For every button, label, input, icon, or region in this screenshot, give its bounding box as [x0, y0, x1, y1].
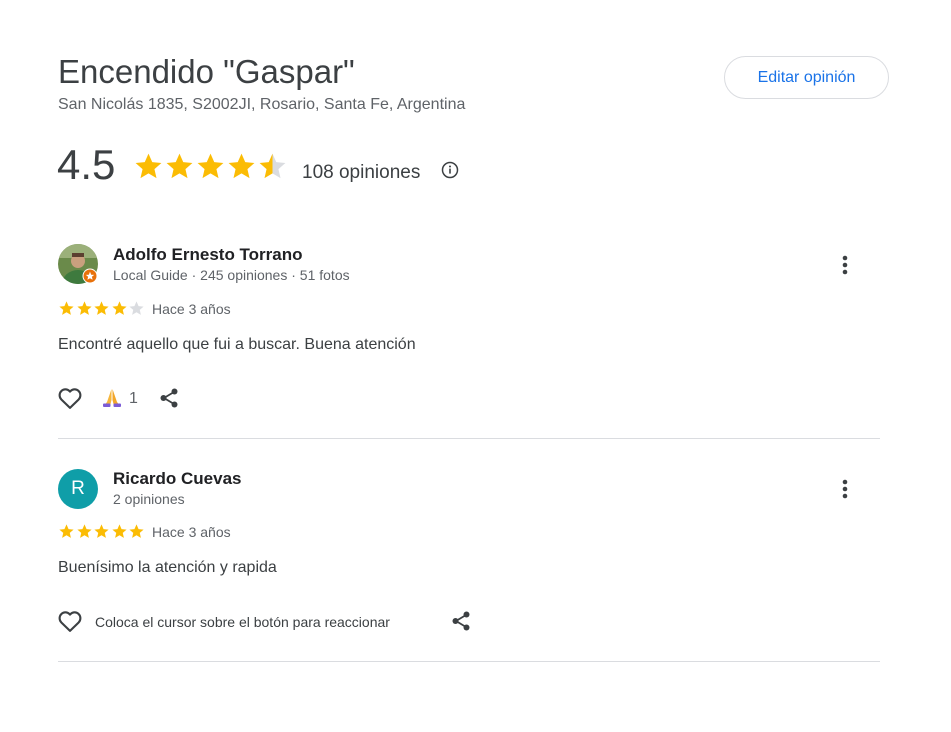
react-hint: Coloca el cursor sobre el botón para rea… [95, 614, 390, 630]
star-icon [76, 524, 92, 538]
reviewer-name[interactable]: Adolfo Ernesto Torrano [113, 245, 303, 265]
star-icon [94, 301, 109, 315]
star-icon [259, 153, 286, 179]
review-count: 108 opiniones [302, 162, 421, 183]
reviewer-meta[interactable]: Local Guide · 245 opiniones · 51 fotos [113, 266, 350, 284]
more-options-icon[interactable] [835, 253, 855, 277]
star-icon [228, 153, 255, 179]
star-icon [59, 301, 74, 315]
place-address: San Nicolás 1835, S2002JI, Rosario, Sant… [58, 96, 466, 113]
place-title: Encendido "Gaspar" [58, 53, 355, 90]
reaction-count: 1 [129, 390, 138, 407]
star-icon [59, 524, 74, 538]
star-icon [129, 524, 144, 538]
info-icon[interactable] [440, 160, 460, 180]
share-icon[interactable] [157, 386, 181, 410]
star-icon [94, 524, 109, 538]
average-rating: 4.5 [57, 141, 116, 188]
reviewer-name[interactable]: Ricardo Cuevas [113, 469, 242, 489]
star-icon [135, 153, 162, 179]
review-divider [58, 438, 880, 439]
review-time: Hace 3 años [152, 301, 231, 317]
local-guide-badge-icon [82, 268, 98, 284]
star-icon [197, 153, 224, 179]
review-time: Hace 3 años [152, 524, 231, 540]
star-icon [111, 301, 127, 315]
review-stars [58, 300, 146, 317]
heart-icon[interactable] [56, 607, 84, 635]
more-options-icon[interactable] [835, 477, 855, 501]
review-text: Buenísimo la atención y rapida [58, 559, 277, 576]
avatar[interactable]: R [58, 469, 98, 509]
star-icon [129, 301, 144, 315]
heart-icon[interactable] [56, 384, 84, 412]
review-divider [58, 661, 880, 662]
average-rating-stars [133, 151, 288, 182]
star-icon [76, 301, 92, 315]
star-icon [166, 153, 193, 179]
star-icon [111, 524, 127, 538]
share-icon[interactable] [449, 609, 473, 633]
reviewer-meta[interactable]: 2 opiniones [113, 490, 185, 508]
review-stars [58, 523, 146, 540]
pray-reaction-icon[interactable] [101, 387, 123, 409]
edit-review-button[interactable]: Editar opinión [724, 56, 889, 99]
review-text: Encontré aquello que fui a buscar. Buena… [58, 336, 416, 353]
